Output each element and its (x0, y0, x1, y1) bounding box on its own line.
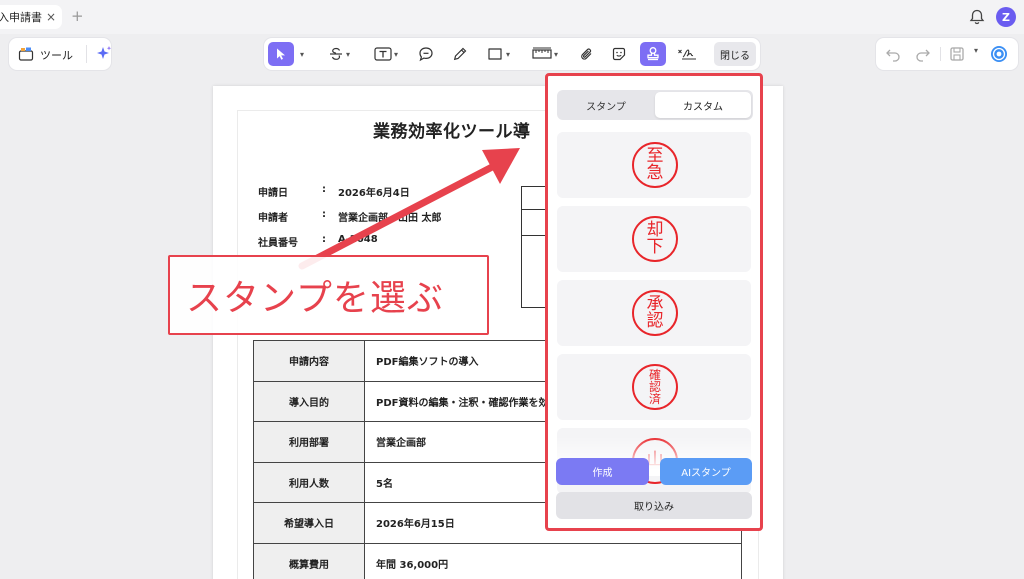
close-tool-button[interactable]: 閉じる (714, 42, 756, 66)
divider (940, 47, 941, 61)
tab-custom[interactable]: カスタム (655, 92, 751, 118)
strikethrough-icon (329, 47, 342, 60)
import-stamp-button[interactable]: 取り込み (556, 492, 752, 519)
table-key: 利用人数 (253, 461, 365, 503)
info-value: 営業企画部 山田 太郎 (338, 213, 442, 224)
paperclip-icon (581, 48, 592, 60)
stamp-panel: スタンプ カスタム 至 急 却 下 承 認 確 認 済 山 作成 AIスタンプ … (545, 73, 763, 531)
document-tab[interactable]: 入申請書 × (0, 5, 62, 29)
stamp-tool-button[interactable] (640, 42, 666, 66)
measure-tool-button[interactable]: ▾ (526, 42, 564, 66)
toolbox-icon (18, 47, 34, 61)
info-colon: : (322, 234, 326, 245)
table-key: 概算費用 (253, 542, 365, 579)
table-row: 概算費用 年間 36,000円 (253, 542, 742, 579)
ruler-icon (532, 47, 552, 59)
table-key: 希望導入日 (253, 502, 365, 544)
tools-label: ツール (40, 49, 73, 62)
comment-icon (419, 47, 433, 62)
main-toolbar: ツール ▾ ▾ ▾ ▾ ▾ 閉じる ▾ (0, 34, 1024, 74)
ai-assistant-icon[interactable] (990, 45, 1008, 63)
user-avatar[interactable]: Z (996, 7, 1016, 27)
info-colon: : (322, 184, 326, 195)
stamp-item[interactable]: 承 認 (557, 280, 751, 346)
ai-stamp-button[interactable]: AIスタンプ (660, 458, 752, 485)
textbox-icon (374, 47, 392, 61)
tab-stamp[interactable]: スタンプ (559, 92, 653, 118)
pen-icon (453, 47, 467, 61)
ai-sparkle-icon[interactable] (95, 45, 113, 63)
table-key: 導入目的 (253, 380, 365, 422)
save-icon[interactable] (948, 45, 966, 63)
table-key: 利用部署 (253, 421, 365, 463)
seal-char: 下 (646, 237, 664, 257)
seal-confirmed-icon: 確 認 済 (632, 364, 678, 410)
pen-tool-button[interactable] (448, 42, 472, 66)
sticker-tool-button[interactable] (608, 42, 630, 66)
seal-char: 認 (646, 311, 664, 331)
table-key: 申請内容 (253, 340, 365, 382)
select-tool-button[interactable] (268, 42, 294, 66)
document-title: 業務効率化ツール導 (373, 122, 531, 142)
info-key: 申請者 (258, 213, 288, 224)
seal-urgent-icon: 至 急 (632, 142, 678, 188)
signature-icon (678, 49, 696, 60)
attachment-tool-button[interactable] (576, 42, 598, 66)
textbox-tool-button[interactable]: ▾ (368, 42, 404, 66)
sticker-icon (612, 47, 626, 61)
shape-tool-button[interactable]: ▾ (480, 42, 516, 66)
tools-menu-button[interactable]: ツール (9, 38, 113, 70)
tab-close-icon[interactable]: × (46, 10, 56, 24)
chevron-down-icon: ▾ (393, 49, 398, 59)
select-tool-dropdown[interactable]: ▾ (296, 42, 306, 66)
chevron-down-icon: ▾ (553, 49, 558, 59)
annotation-tools: ▾ ▾ ▾ ▾ ▾ 閉じる (264, 38, 760, 70)
chevron-down-icon[interactable]: ▾ (974, 46, 978, 55)
chevron-down-icon: ▾ (345, 49, 350, 59)
info-colon: : (322, 209, 326, 220)
info-key: 社員番号 (258, 238, 298, 249)
create-stamp-button[interactable]: 作成 (556, 458, 649, 485)
undo-icon[interactable] (884, 45, 902, 63)
info-key: 申請日 (258, 188, 288, 199)
redo-icon[interactable] (914, 45, 932, 63)
title-bar: 入申請書 × + Z (0, 0, 1024, 34)
chevron-down-icon: ▾ (505, 49, 510, 59)
stamp-item[interactable]: 確 認 済 (557, 354, 751, 420)
tab-title: 入申請書 (0, 11, 42, 24)
seal-approved-icon: 承 認 (632, 290, 678, 336)
annotation-callout: スタンプを選ぶ (168, 255, 489, 335)
info-value: 2026年6月4日 (338, 188, 410, 199)
cursor-icon (277, 48, 285, 60)
seal-rejected-icon: 却 下 (632, 216, 678, 262)
strikethrough-tool-button[interactable]: ▾ (324, 42, 354, 66)
seal-char: 急 (646, 163, 664, 183)
info-value: A-2048 (338, 234, 378, 245)
stamp-tabs: スタンプ カスタム (557, 90, 753, 120)
table-value: 年間 36,000円 (364, 542, 742, 579)
history-tools: ▾ (876, 38, 1018, 70)
stamp-icon (647, 47, 659, 61)
signature-tool-button[interactable] (674, 42, 700, 66)
stamp-item[interactable]: 至 急 (557, 132, 751, 198)
seal-char: 済 (648, 392, 661, 407)
new-tab-icon[interactable]: + (71, 8, 84, 24)
comment-tool-button[interactable] (414, 42, 438, 66)
stamp-item[interactable]: 却 下 (557, 206, 751, 272)
chevron-down-icon: ▾ (299, 49, 304, 59)
shape-icon (488, 48, 502, 60)
divider (86, 45, 87, 63)
notification-bell-icon[interactable] (968, 8, 986, 26)
